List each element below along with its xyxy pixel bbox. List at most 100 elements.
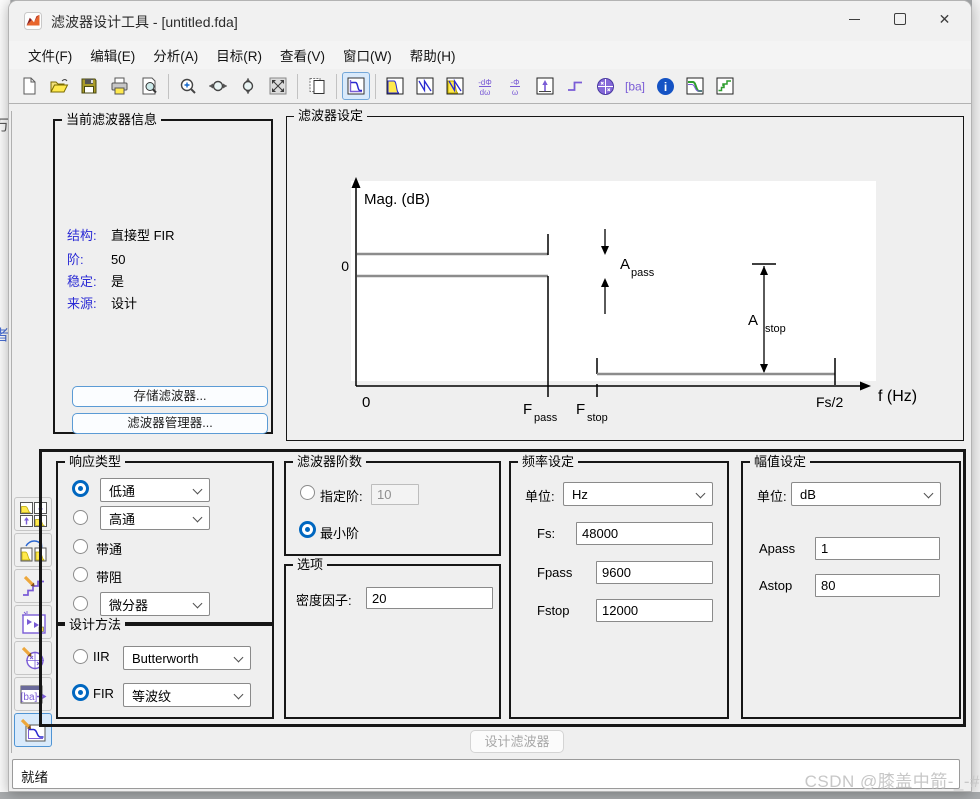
frequency-units-label: 单位: bbox=[525, 489, 555, 504]
response-type-panel: 响应类型 低通 高通 带通 带阻 微分器 bbox=[56, 454, 274, 624]
print-preview-button[interactable] bbox=[135, 72, 163, 100]
zoom-y-button[interactable] bbox=[234, 72, 262, 100]
filter-manager-button[interactable]: 滤波器管理器... bbox=[72, 413, 268, 434]
minimum-order-radio[interactable] bbox=[299, 521, 316, 538]
desktop-background bbox=[972, 0, 980, 792]
menu-targets[interactable]: 目标(R) bbox=[207, 41, 271, 69]
magnitude-units-value: dB bbox=[800, 486, 816, 502]
specify-order-input[interactable] bbox=[371, 484, 419, 505]
density-factor-label: 密度因子: bbox=[296, 593, 352, 608]
minimize-button[interactable] bbox=[832, 3, 877, 35]
design-filter-button[interactable]: 设计滤波器 bbox=[470, 730, 564, 753]
lowpass-dropdown[interactable]: 低通 bbox=[100, 478, 210, 502]
print-button[interactable] bbox=[105, 72, 133, 100]
store-filter-button[interactable]: 存储滤波器... bbox=[72, 386, 268, 407]
filter-stable-row: 稳定: 是 bbox=[67, 271, 124, 290]
options-title: 选项 bbox=[293, 557, 328, 573]
filter-information-button[interactable]: i bbox=[651, 72, 679, 100]
fir-radio[interactable] bbox=[72, 684, 89, 701]
current-filter-info-title: 当前滤波器信息 bbox=[62, 112, 162, 128]
fs-input[interactable] bbox=[576, 522, 713, 545]
bandpass-radio[interactable] bbox=[73, 539, 88, 554]
menu-edit[interactable]: 编辑(E) bbox=[81, 41, 144, 69]
group-delay-button[interactable]: -dΦ dω bbox=[471, 72, 499, 100]
zoom-in-button[interactable] bbox=[174, 72, 202, 100]
bandpass-label: 带通 bbox=[96, 542, 123, 557]
iir-method-dropdown[interactable]: Butterworth bbox=[123, 646, 251, 670]
astop-input[interactable] bbox=[815, 574, 940, 597]
magnitude-units-dropdown[interactable]: dB bbox=[791, 482, 941, 506]
order-value: 50 bbox=[111, 252, 126, 267]
svg-text:0: 0 bbox=[341, 258, 349, 274]
svg-text:[ba]: [ba] bbox=[20, 692, 37, 703]
highpass-radio[interactable] bbox=[73, 510, 88, 525]
highpass-dropdown[interactable]: 高通 bbox=[100, 506, 210, 530]
step-response-button[interactable] bbox=[561, 72, 589, 100]
filter-design-overlay-button[interactable] bbox=[681, 72, 709, 100]
filter-coefficients-button[interactable]: [ba] bbox=[621, 72, 649, 100]
filter-specifications-button[interactable] bbox=[342, 72, 370, 100]
fda-tool-window: 滤波器设计工具 - [untitled.fda] ✕ 文件(F) 编辑(E) 分… bbox=[8, 0, 972, 792]
svg-text:pass: pass bbox=[631, 267, 655, 279]
frequency-units-value: Hz bbox=[572, 486, 588, 502]
open-file-button[interactable] bbox=[45, 72, 73, 100]
magnitude-units-label: 单位: bbox=[757, 489, 787, 504]
close-button[interactable]: ✕ bbox=[922, 3, 967, 35]
svg-text:f (Hz): f (Hz) bbox=[878, 388, 917, 405]
fir-method-dropdown[interactable]: 等波纹 bbox=[123, 683, 251, 707]
frequency-units-dropdown[interactable]: Hz bbox=[563, 482, 713, 506]
fstop-input[interactable] bbox=[596, 599, 713, 622]
fpass-input[interactable] bbox=[596, 561, 713, 584]
specify-order-radio[interactable] bbox=[300, 485, 315, 500]
menu-window[interactable]: 窗口(W) bbox=[334, 41, 401, 69]
filter-structure-row: 结构: 直接型 FIR bbox=[67, 225, 175, 244]
magnitude-spec-panel: 幅值设定 单位: dB Apass Astop bbox=[741, 454, 961, 719]
phase-delay-button[interactable]: -Φ ω bbox=[501, 72, 529, 100]
new-file-icon bbox=[20, 77, 38, 95]
window-controls: ✕ bbox=[832, 3, 967, 35]
stable-value: 是 bbox=[111, 274, 125, 289]
magnitude-and-phase-button[interactable] bbox=[441, 72, 469, 100]
zoom-x-icon bbox=[208, 77, 228, 95]
menu-view[interactable]: 查看(V) bbox=[271, 41, 334, 69]
iir-radio[interactable] bbox=[73, 649, 88, 664]
pole-zero-plot-button[interactable] bbox=[591, 72, 619, 100]
toolbar-separator bbox=[375, 73, 376, 99]
chevron-down-icon bbox=[192, 598, 203, 609]
menu-analysis[interactable]: 分析(A) bbox=[144, 41, 207, 69]
chevron-down-icon bbox=[695, 488, 706, 499]
filter-coefficients-icon: [ba] bbox=[624, 77, 646, 95]
new-file-button[interactable] bbox=[15, 72, 43, 100]
magnitude-response-button[interactable] bbox=[381, 72, 409, 100]
lowpass-radio[interactable] bbox=[72, 480, 89, 497]
print-to-figure-button[interactable] bbox=[303, 72, 331, 100]
differentiator-radio[interactable] bbox=[73, 596, 88, 611]
options-panel: 选项 密度因子: bbox=[284, 557, 501, 719]
structure-label: 结构: bbox=[67, 228, 97, 243]
differentiator-dropdown[interactable]: 微分器 bbox=[100, 592, 210, 616]
menu-file[interactable]: 文件(F) bbox=[19, 41, 81, 69]
impulse-response-button[interactable] bbox=[531, 72, 559, 100]
svg-text:-dΦ: -dΦ bbox=[478, 78, 492, 87]
print-preview-icon bbox=[140, 77, 158, 95]
bandstop-label: 带阻 bbox=[96, 570, 123, 585]
fir-method-value: 等波纹 bbox=[132, 688, 172, 704]
phase-response-button[interactable] bbox=[411, 72, 439, 100]
group-delay-icon: -dΦ dω bbox=[475, 76, 495, 96]
apass-input[interactable] bbox=[815, 537, 940, 560]
frequency-spec-panel: 频率设定 单位: Hz Fs: Fpass Fstop bbox=[509, 454, 729, 719]
bandstop-radio[interactable] bbox=[73, 567, 88, 582]
round-stairs-button[interactable] bbox=[711, 72, 739, 100]
maximize-button[interactable] bbox=[877, 3, 922, 35]
save-button[interactable] bbox=[75, 72, 103, 100]
menu-help[interactable]: 帮助(H) bbox=[401, 41, 465, 69]
save-icon bbox=[80, 77, 98, 95]
filter-spec-diagram: Mag. (dB) 0 A pass A stop 0 F pass F sto… bbox=[341, 177, 917, 424]
full-view-button[interactable] bbox=[264, 72, 292, 100]
sidebar-divider bbox=[11, 111, 12, 753]
fpass-label: Fpass bbox=[537, 565, 573, 580]
density-factor-input[interactable] bbox=[366, 587, 493, 609]
svg-text:F: F bbox=[523, 401, 532, 418]
impulse-response-icon bbox=[536, 77, 554, 95]
zoom-x-button[interactable] bbox=[204, 72, 232, 100]
